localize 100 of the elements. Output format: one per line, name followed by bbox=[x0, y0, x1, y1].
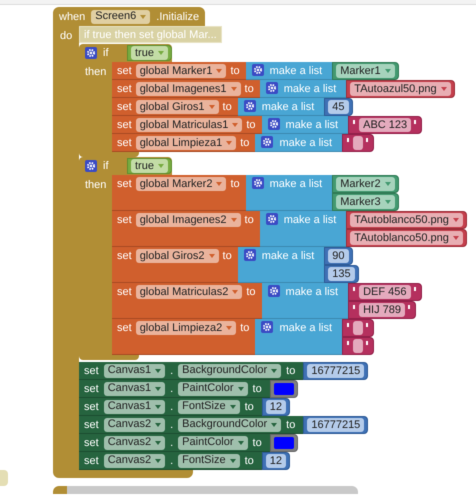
variable-dropdown[interactable]: global Giros1 bbox=[136, 100, 219, 114]
keyword-label: if bbox=[103, 159, 110, 173]
quote-icon bbox=[366, 341, 370, 345]
keyword-label: set bbox=[117, 249, 132, 263]
boolean-dropdown[interactable]: true bbox=[131, 46, 168, 60]
component-dropdown[interactable]: Marker3 bbox=[336, 195, 395, 209]
quote-icon bbox=[347, 341, 350, 345]
variable-dropdown[interactable]: global Limpieza1 bbox=[136, 136, 236, 150]
variable-dropdown[interactable]: global Giros2 bbox=[136, 249, 219, 263]
property-dropdown[interactable]: PaintColor bbox=[178, 436, 248, 450]
gear-icon[interactable] bbox=[261, 136, 274, 148]
caret-icon bbox=[452, 218, 459, 222]
keyword-label: set bbox=[117, 82, 132, 96]
color-swatch[interactable] bbox=[274, 437, 294, 449]
gear-icon[interactable] bbox=[252, 177, 264, 189]
caret-icon bbox=[440, 87, 447, 91]
keyword-label: to bbox=[230, 64, 240, 78]
caret-icon bbox=[384, 182, 391, 186]
text-field[interactable]: HIJ 789 bbox=[359, 303, 406, 317]
asset-dropdown[interactable]: TAutoazul50.png bbox=[350, 82, 451, 96]
keyword-label: set bbox=[117, 177, 132, 191]
gear-icon[interactable] bbox=[244, 249, 256, 261]
variable-dropdown[interactable]: global Limpieza2 bbox=[136, 321, 236, 335]
caret-icon bbox=[230, 458, 236, 462]
component-dropdown[interactable]: Canvas2 bbox=[104, 436, 166, 450]
property-dropdown[interactable]: BackgroundColor bbox=[178, 364, 282, 378]
number-field[interactable]: 135 bbox=[328, 267, 355, 281]
quote-icon bbox=[414, 287, 417, 291]
text-field[interactable] bbox=[353, 321, 364, 335]
keyword-label: to bbox=[286, 418, 296, 432]
keyword-label: to bbox=[244, 213, 254, 227]
caret-icon bbox=[230, 218, 237, 222]
component-dropdown[interactable]: Canvas2 bbox=[104, 454, 166, 468]
variable-dropdown[interactable]: global Matriculas1 bbox=[136, 118, 242, 132]
caret-icon bbox=[155, 404, 162, 408]
caret-icon bbox=[208, 105, 215, 109]
component-dropdown[interactable]: Canvas1 bbox=[104, 364, 166, 378]
text-field[interactable]: ABC 123 bbox=[359, 118, 412, 132]
gear-icon[interactable] bbox=[268, 118, 280, 130]
component-dropdown[interactable]: Marker2 bbox=[336, 177, 395, 191]
component-dropdown[interactable]: Canvas1 bbox=[104, 382, 166, 396]
dot-label: . bbox=[170, 382, 174, 396]
caret-icon bbox=[155, 440, 162, 444]
keyword-label: to bbox=[244, 454, 254, 468]
keyword-label: do bbox=[60, 30, 72, 42]
quote-icon bbox=[353, 287, 356, 291]
number-field[interactable]: 90 bbox=[328, 249, 349, 263]
variable-dropdown[interactable]: global Imagenes1 bbox=[136, 82, 241, 96]
dot-label: . bbox=[170, 364, 174, 378]
property-dropdown[interactable]: BackgroundColor bbox=[178, 418, 282, 432]
caret-icon bbox=[230, 404, 236, 408]
number-field[interactable]: 16777215 bbox=[307, 418, 364, 432]
gear-icon[interactable] bbox=[268, 285, 280, 297]
caret-icon bbox=[230, 87, 237, 91]
component-dropdown[interactable]: Canvas1 bbox=[104, 400, 166, 414]
gear-icon[interactable] bbox=[266, 82, 278, 94]
caret-icon bbox=[155, 422, 162, 426]
variable-dropdown[interactable]: global Imagenes2 bbox=[136, 213, 241, 227]
text-field[interactable] bbox=[353, 136, 364, 150]
keyword-label: set bbox=[117, 100, 132, 114]
component-dropdown[interactable]: Screen6 bbox=[91, 10, 150, 24]
keyword-label: .Initialize bbox=[156, 10, 200, 24]
number-field[interactable]: 16777215 bbox=[307, 364, 364, 378]
text-field[interactable]: DEF 456 bbox=[359, 285, 411, 299]
text-field[interactable] bbox=[353, 339, 364, 353]
gear-icon[interactable] bbox=[252, 64, 264, 76]
component-dropdown[interactable]: Marker1 bbox=[336, 64, 395, 78]
number-field[interactable]: 45 bbox=[328, 100, 349, 114]
gear-icon[interactable] bbox=[261, 321, 274, 333]
boolean-dropdown[interactable]: true bbox=[131, 159, 168, 173]
variable-dropdown[interactable]: global Marker1 bbox=[136, 64, 226, 78]
keyword-label: make a list bbox=[262, 100, 314, 114]
variable-dropdown[interactable]: global Marker2 bbox=[136, 177, 226, 191]
asset-dropdown[interactable]: TAutoblanco50.png bbox=[350, 213, 463, 227]
number-field[interactable]: 12 bbox=[266, 400, 286, 414]
quote-icon bbox=[414, 120, 418, 124]
number-field[interactable]: 12 bbox=[266, 454, 286, 468]
property-dropdown[interactable]: PaintColor bbox=[178, 382, 248, 396]
caret-icon bbox=[216, 182, 222, 186]
component-dropdown[interactable]: Canvas2 bbox=[104, 418, 166, 432]
asset-dropdown[interactable]: TAutoblanco50.png bbox=[350, 231, 463, 245]
variable-dropdown[interactable]: global Matriculas2 bbox=[136, 285, 242, 299]
keyword-label: to bbox=[246, 118, 256, 132]
dot-label: . bbox=[170, 436, 174, 450]
gear-icon[interactable] bbox=[244, 100, 256, 112]
keyword-label: if bbox=[103, 46, 110, 60]
keyword-label: set bbox=[117, 118, 132, 132]
keyword-label: set bbox=[84, 364, 99, 378]
gear-icon[interactable] bbox=[85, 160, 97, 172]
property-dropdown[interactable]: FontSize bbox=[178, 454, 240, 468]
gear-icon[interactable] bbox=[85, 47, 97, 59]
caret-icon bbox=[216, 69, 222, 73]
keyword-label: make a list bbox=[284, 82, 336, 96]
dot-label: . bbox=[170, 400, 174, 414]
keyword-label: then bbox=[85, 66, 106, 78]
property-dropdown[interactable]: FontSize bbox=[178, 400, 240, 414]
quote-icon bbox=[408, 305, 412, 309]
color-swatch[interactable] bbox=[274, 383, 294, 395]
gear-icon[interactable] bbox=[266, 213, 278, 225]
caret-icon bbox=[238, 440, 244, 444]
